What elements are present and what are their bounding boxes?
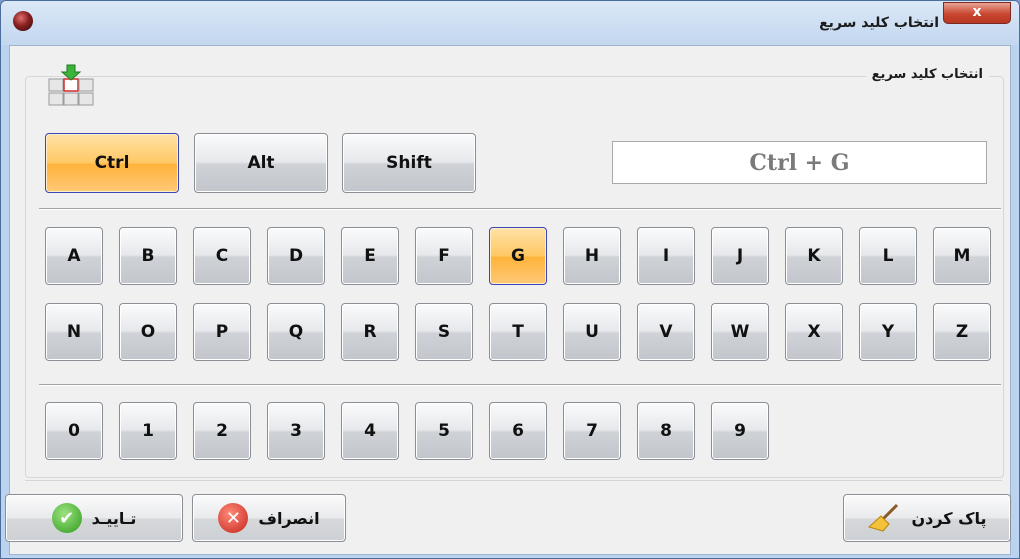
letter-key-f[interactable]: F: [415, 227, 473, 285]
letter-key-c[interactable]: C: [193, 227, 251, 285]
letter-key-w[interactable]: W: [711, 303, 769, 361]
separator-top: [39, 208, 1001, 210]
letter-key-g[interactable]: G: [489, 227, 547, 285]
confirm-button[interactable]: تـاییـد ✔: [5, 494, 183, 542]
window-title: انتخاب کلید سریع: [819, 15, 939, 31]
footer-separator: [25, 480, 1002, 481]
letter-key-l[interactable]: L: [859, 227, 917, 285]
title-bar[interactable]: انتخاب کلید سریع x: [1, 1, 1019, 45]
x-circle-icon: ✕: [218, 503, 249, 533]
letter-key-x[interactable]: X: [785, 303, 843, 361]
clear-button[interactable]: پاک کردن: [843, 494, 1011, 542]
letter-key-h[interactable]: H: [563, 227, 621, 285]
letter-key-u[interactable]: U: [563, 303, 621, 361]
separator-bottom: [39, 384, 1001, 386]
letter-key-y[interactable]: Y: [859, 303, 917, 361]
digit-key-4[interactable]: 4: [341, 402, 399, 460]
ctrl-modifier-button[interactable]: Ctrl: [45, 133, 179, 193]
letter-key-t[interactable]: T: [489, 303, 547, 361]
app-icon: [13, 11, 33, 31]
digit-key-9[interactable]: 9: [711, 402, 769, 460]
shift-modifier-button[interactable]: Shift: [342, 133, 476, 193]
letter-key-v[interactable]: V: [637, 303, 695, 361]
letter-key-i[interactable]: I: [637, 227, 695, 285]
digit-key-2[interactable]: 2: [193, 402, 251, 460]
letter-key-j[interactable]: J: [711, 227, 769, 285]
digit-key-8[interactable]: 8: [637, 402, 695, 460]
letter-key-a[interactable]: A: [45, 227, 103, 285]
letter-key-b[interactable]: B: [119, 227, 177, 285]
broom-icon: [868, 503, 899, 532]
cancel-button[interactable]: انصراف ✕: [192, 494, 346, 542]
shortcut-dialog: انتخاب کلید سریع x انتخاب کلید سریع Ctrl…: [0, 0, 1020, 559]
letter-key-k[interactable]: K: [785, 227, 843, 285]
digit-key-6[interactable]: 6: [489, 402, 547, 460]
close-button[interactable]: x: [943, 2, 1011, 24]
group-title: انتخاب کلید سریع: [865, 67, 989, 82]
digit-key-3[interactable]: 3: [267, 402, 325, 460]
digit-key-5[interactable]: 5: [415, 402, 473, 460]
cancel-label: انصراف: [258, 508, 320, 528]
letter-key-s[interactable]: S: [415, 303, 473, 361]
letter-key-q[interactable]: Q: [267, 303, 325, 361]
alt-modifier-button[interactable]: Alt: [194, 133, 328, 193]
letter-key-z[interactable]: Z: [933, 303, 991, 361]
check-icon: ✔: [51, 503, 82, 533]
letter-key-o[interactable]: O: [119, 303, 177, 361]
digit-key-7[interactable]: 7: [563, 402, 621, 460]
letter-key-n[interactable]: N: [45, 303, 103, 361]
digit-key-1[interactable]: 1: [119, 402, 177, 460]
letter-key-d[interactable]: D: [267, 227, 325, 285]
digit-key-0[interactable]: 0: [45, 402, 103, 460]
keyboard-icon: [48, 64, 94, 106]
letter-key-m[interactable]: M: [933, 227, 991, 285]
letter-key-p[interactable]: P: [193, 303, 251, 361]
letter-key-e[interactable]: E: [341, 227, 399, 285]
letter-key-r[interactable]: R: [341, 303, 399, 361]
confirm-label: تـاییـد: [91, 508, 137, 528]
shortcut-display: Ctrl + G: [612, 141, 987, 184]
clear-label: پاک کردن: [911, 508, 987, 528]
